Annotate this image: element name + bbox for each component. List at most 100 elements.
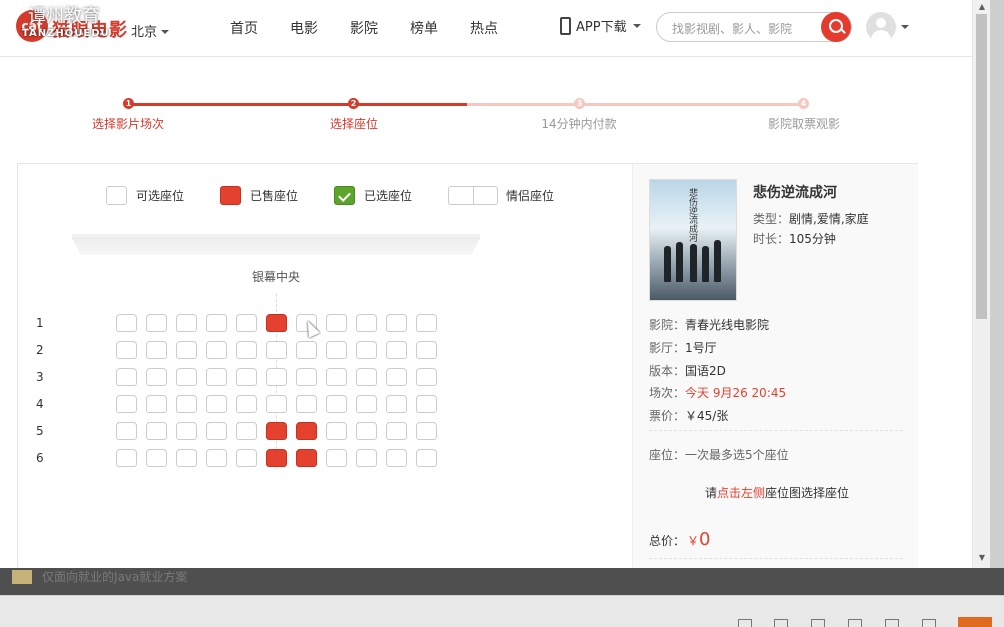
- seat-selection-panel: 可选座位 已售座位 已选座位 情侣座位 银幕中央 1 2 3 4 5 6 悲伤逆流成河 悲…: [17, 163, 918, 568]
- seat-available[interactable]: [176, 449, 197, 467]
- seat-available[interactable]: [116, 314, 137, 332]
- search-box[interactable]: 找影视剧、影人、影院: [656, 12, 852, 42]
- seat-available[interactable]: [146, 368, 167, 386]
- step-line-done: [128, 103, 353, 106]
- seat-available[interactable]: [266, 341, 287, 359]
- seat-available[interactable]: [176, 368, 197, 386]
- seat-available[interactable]: [356, 314, 377, 332]
- app-download-button[interactable]: APP下载: [560, 16, 641, 35]
- total-currency: ￥: [687, 534, 700, 548]
- avatar[interactable]: [866, 12, 896, 42]
- seat-available[interactable]: [146, 314, 167, 332]
- seat-available[interactable]: [116, 341, 137, 359]
- seat-available[interactable]: [296, 395, 317, 413]
- seat-available[interactable]: [326, 341, 347, 359]
- seat-available[interactable]: [296, 368, 317, 386]
- seat-available[interactable]: [146, 341, 167, 359]
- scroll-down-icon[interactable]: ▼: [977, 553, 987, 563]
- city-selector[interactable]: 北京: [131, 21, 170, 40]
- watermark-sub: TANZHOUEDU: [22, 28, 110, 39]
- meta-key: 类型：: [753, 212, 790, 226]
- seat-available[interactable]: [416, 449, 437, 467]
- seat-available[interactable]: [386, 422, 407, 440]
- info-key: 票价：: [649, 409, 686, 423]
- seat-available[interactable]: [416, 395, 437, 413]
- info-seat: 座位：一次最多选5个座位: [649, 446, 789, 463]
- seat-available[interactable]: [326, 449, 347, 467]
- seat-available[interactable]: [386, 341, 407, 359]
- chevron-down-icon[interactable]: [901, 25, 909, 33]
- seat-available[interactable]: [266, 368, 287, 386]
- toolbar-action-button[interactable]: [958, 617, 992, 627]
- seat-available[interactable]: [206, 341, 227, 359]
- seat-available[interactable]: [356, 395, 377, 413]
- seat-available[interactable]: [116, 395, 137, 413]
- seat-available[interactable]: [386, 449, 407, 467]
- scrollbar-thumb[interactable]: [976, 14, 987, 319]
- seat-available[interactable]: [116, 449, 137, 467]
- seat-available[interactable]: [236, 314, 257, 332]
- seat-available[interactable]: [236, 422, 257, 440]
- seat-available[interactable]: [206, 314, 227, 332]
- seat-available[interactable]: [236, 341, 257, 359]
- seat-available[interactable]: [206, 368, 227, 386]
- seat-available[interactable]: [206, 422, 227, 440]
- seat-available[interactable]: [176, 422, 197, 440]
- seat-available[interactable]: [356, 422, 377, 440]
- legend-available: 可选座位: [106, 186, 184, 205]
- seat-available[interactable]: [206, 395, 227, 413]
- seat-sold-icon: [220, 186, 241, 205]
- seat-available[interactable]: [416, 341, 437, 359]
- info-showtime: 场次：今天 9月26 20:45: [649, 384, 786, 401]
- seat-available[interactable]: [176, 314, 197, 332]
- seat-available[interactable]: [326, 368, 347, 386]
- seat-available[interactable]: [296, 341, 317, 359]
- seat-available[interactable]: [386, 368, 407, 386]
- nav-item-rankings[interactable]: 榜单: [394, 18, 454, 38]
- meta-value: 105分钟: [789, 232, 836, 246]
- seat-available[interactable]: [416, 422, 437, 440]
- search-input[interactable]: 找影视剧、影人、影院: [672, 20, 792, 37]
- seat-available[interactable]: [176, 341, 197, 359]
- seat-available[interactable]: [146, 422, 167, 440]
- seat-available[interactable]: [266, 395, 287, 413]
- toolbar-icon[interactable]: [774, 619, 788, 627]
- movie-title[interactable]: 悲伤逆流成河: [753, 182, 837, 202]
- scroll-up-icon[interactable]: ▲: [977, 2, 987, 12]
- seat-available[interactable]: [146, 395, 167, 413]
- seat-available[interactable]: [236, 395, 257, 413]
- nav-item-home[interactable]: 首页: [214, 18, 274, 38]
- seat-available[interactable]: [116, 422, 137, 440]
- seat-available[interactable]: [356, 368, 377, 386]
- seat-available[interactable]: [326, 422, 347, 440]
- seat-available[interactable]: [326, 314, 347, 332]
- background-window: 仅面向就业的Java就业方案: [0, 568, 1004, 595]
- seat-available[interactable]: [236, 449, 257, 467]
- toolbar-icon[interactable]: [885, 619, 899, 627]
- seat-available[interactable]: [356, 341, 377, 359]
- toolbar-icon[interactable]: [922, 619, 936, 627]
- toolbar-icon[interactable]: [738, 619, 752, 627]
- seat-available[interactable]: [356, 449, 377, 467]
- nav-item-movies[interactable]: 电影: [274, 18, 334, 38]
- seat-available[interactable]: [236, 368, 257, 386]
- search-icon[interactable]: [821, 12, 851, 42]
- toolbar-icon[interactable]: [848, 619, 862, 627]
- toolbar-icon[interactable]: [811, 619, 825, 627]
- step-label-3: 14分钟内付款: [541, 117, 617, 131]
- seat-available[interactable]: [386, 395, 407, 413]
- seat-available[interactable]: [146, 449, 167, 467]
- seat-available[interactable]: [206, 449, 227, 467]
- seat-available[interactable]: [416, 314, 437, 332]
- info-value: 今天 9月26 20:45: [685, 386, 787, 400]
- step-dot-2: 2: [348, 98, 359, 109]
- seat-available[interactable]: [176, 395, 197, 413]
- nav-item-hot[interactable]: 热点: [454, 18, 514, 38]
- scrollbar[interactable]: ▲ ▼: [972, 0, 990, 568]
- seat-available[interactable]: [116, 368, 137, 386]
- seat-available[interactable]: [326, 395, 347, 413]
- seat-available[interactable]: [416, 368, 437, 386]
- info-value: ￥45/张: [685, 409, 729, 423]
- seat-available[interactable]: [386, 314, 407, 332]
- nav-item-cinemas[interactable]: 影院: [334, 18, 394, 38]
